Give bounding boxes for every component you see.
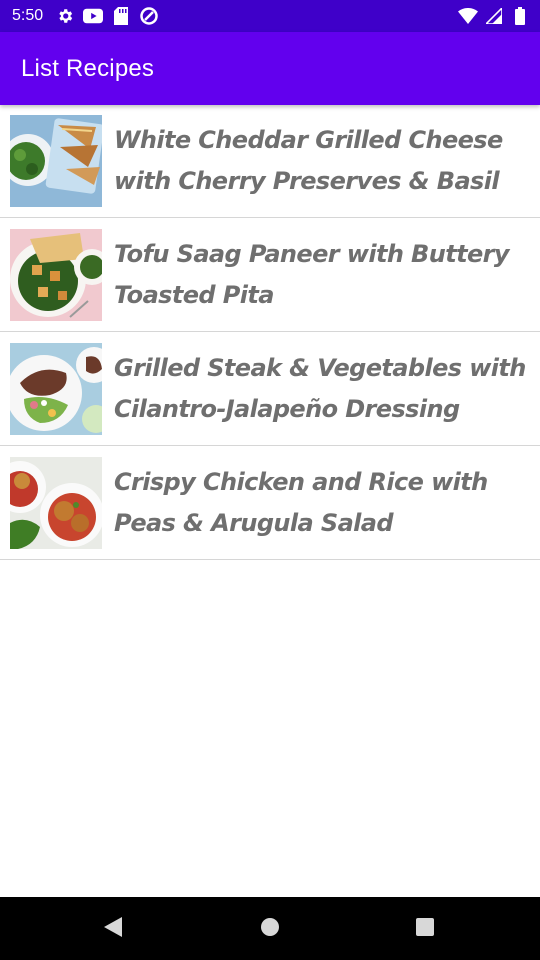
- youtube-icon: [83, 6, 104, 26]
- navigation-bar: [0, 897, 540, 960]
- app-bar: List Recipes: [0, 32, 540, 105]
- recents-icon: [415, 917, 435, 941]
- system-icons: [458, 6, 530, 26]
- list-item[interactable]: White Cheddar Grilled Cheese with Cherry…: [0, 104, 540, 218]
- wifi-icon: [458, 6, 478, 26]
- list-item[interactable]: Tofu Saag Paneer with Buttery Toasted Pi…: [0, 218, 540, 332]
- notification-icons: [55, 6, 159, 26]
- data-saver-icon: [139, 6, 159, 26]
- list-item[interactable]: Crispy Chicken and Rice with Peas & Arug…: [0, 446, 540, 560]
- back-icon: [103, 916, 123, 942]
- recipe-title: White Cheddar Grilled Cheese with Cherry…: [114, 125, 503, 195]
- home-button[interactable]: [230, 897, 310, 960]
- recipe-title: Crispy Chicken and Rice with Peas & Arug…: [114, 467, 488, 537]
- cellular-signal-icon: [484, 6, 504, 26]
- home-icon: [260, 917, 280, 941]
- recipe-thumbnail: [10, 342, 102, 435]
- recipe-thumbnail: [10, 114, 102, 207]
- page-title: List Recipes: [21, 54, 155, 82]
- sd-card-icon: [111, 6, 131, 26]
- recipe-list: White Cheddar Grilled Cheese with Cherry…: [0, 104, 540, 560]
- recipe-title: Tofu Saag Paneer with Buttery Toasted Pi…: [114, 239, 510, 309]
- recipe-thumbnail: [10, 456, 102, 549]
- status-time: 5:50: [12, 7, 44, 24]
- recipe-title: Grilled Steak & Vegetables with Cilantro…: [114, 353, 526, 423]
- recents-button[interactable]: [385, 897, 465, 960]
- list-item[interactable]: Grilled Steak & Vegetables with Cilantro…: [0, 332, 540, 446]
- gear-icon: [55, 6, 75, 26]
- battery-icon: [510, 6, 530, 26]
- recipe-thumbnail: [10, 228, 102, 321]
- status-bar: 5:50: [0, 0, 540, 32]
- back-button[interactable]: [73, 897, 153, 960]
